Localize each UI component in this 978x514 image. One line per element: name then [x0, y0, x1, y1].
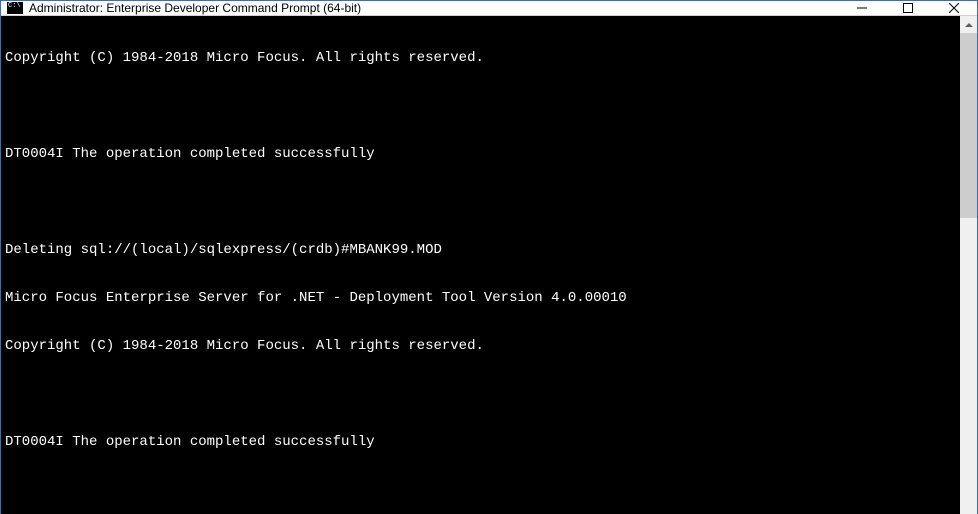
terminal-line: Copyright (C) 1984-2018 Micro Focus. All… [5, 338, 956, 354]
titlebar[interactable]: Administrator: Enterprise Developer Comm… [1, 1, 977, 16]
close-button[interactable] [931, 1, 977, 15]
minimize-button[interactable] [839, 1, 885, 15]
terminal-line [5, 482, 956, 498]
maximize-icon [903, 3, 913, 13]
maximize-button[interactable] [885, 1, 931, 15]
terminal-output[interactable]: Copyright (C) 1984-2018 Micro Focus. All… [1, 16, 960, 514]
window-title: Administrator: Enterprise Developer Comm… [29, 1, 361, 15]
chevron-up-icon [965, 23, 973, 27]
terminal-line: Micro Focus Enterprise Server for .NET -… [5, 290, 956, 306]
window-frame: Administrator: Enterprise Developer Comm… [0, 0, 978, 514]
scrollbar-track[interactable] [960, 33, 977, 514]
terminal-line: Deleting sql://(local)/sqlexpress/(crdb)… [5, 242, 956, 258]
scrollbar[interactable] [960, 16, 977, 514]
terminal-line: Copyright (C) 1984-2018 Micro Focus. All… [5, 50, 956, 66]
terminal-line [5, 194, 956, 210]
content-area: Copyright (C) 1984-2018 Micro Focus. All… [1, 16, 977, 514]
scrollbar-thumb[interactable] [960, 33, 977, 218]
terminal-line: DT0004I The operation completed successf… [5, 146, 956, 162]
window-controls [839, 1, 977, 15]
close-icon [949, 3, 959, 13]
minimize-icon [857, 3, 867, 13]
app-icon [7, 2, 23, 14]
terminal-line: DT0004I The operation completed successf… [5, 434, 956, 450]
terminal-line [5, 386, 956, 402]
scroll-up-button[interactable] [960, 16, 977, 33]
terminal-line [5, 98, 956, 114]
